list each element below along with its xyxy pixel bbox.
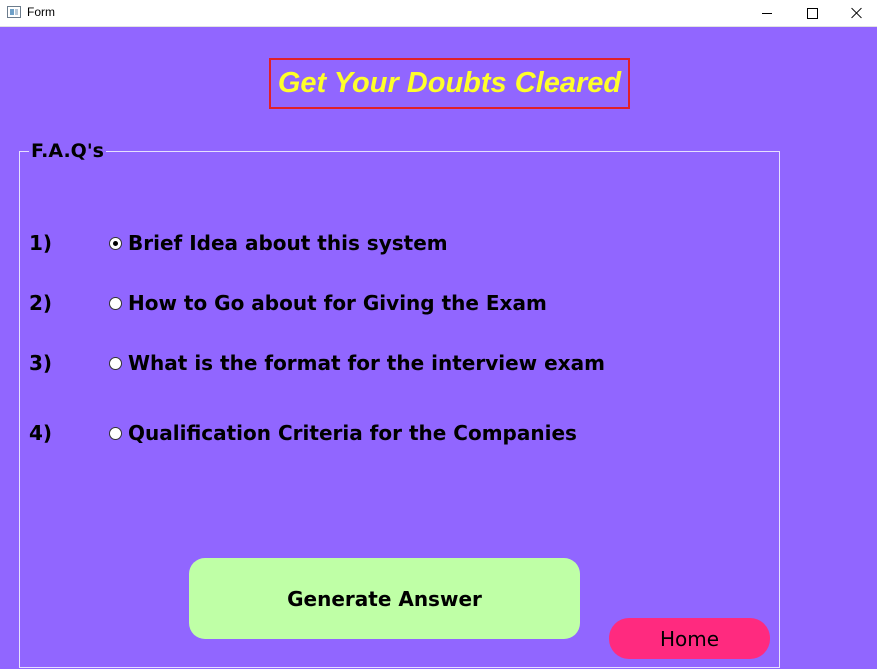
faq-option-label[interactable]: Qualification Criteria for the Companies [128,421,577,445]
minimize-button[interactable] [745,0,789,26]
faq-number-3: 3) [29,351,53,375]
faq-number-4: 4) [29,421,53,445]
close-button[interactable] [835,0,877,26]
window-title: Form [27,5,55,19]
generate-answer-button[interactable]: Generate Answer [189,558,580,639]
page-heading: Get Your Doubts Cleared [277,67,622,99]
maximize-button[interactable] [790,0,834,26]
title-bar: Form [0,0,877,27]
faq-option-label[interactable]: How to Go about for Giving the Exam [128,291,547,315]
radio-button[interactable] [109,426,122,440]
home-button[interactable]: Home [609,618,770,659]
app-icon [7,6,21,18]
page-heading-box: Get Your Doubts Cleared [269,58,630,109]
maximize-icon [806,7,818,19]
radio-button[interactable] [109,296,122,310]
faq-number-1: 1) [29,231,53,255]
faq-number-2: 2) [29,291,53,315]
faq-group-legend: F.A.Q's [29,140,106,162]
minimize-icon [762,12,772,14]
close-icon [851,7,863,19]
faq-option-label[interactable]: What is the format for the interview exa… [128,351,605,375]
radio-button[interactable] [109,356,122,370]
faq-option-1[interactable]: Brief Idea about this system [109,231,448,255]
faq-option-label[interactable]: Brief Idea about this system [128,231,448,255]
faq-option-2[interactable]: How to Go about for Giving the Exam [109,291,547,315]
faq-option-4[interactable]: Qualification Criteria for the Companies [109,421,577,445]
faq-option-3[interactable]: What is the format for the interview exa… [109,351,605,375]
radio-button-checked[interactable] [109,236,122,250]
